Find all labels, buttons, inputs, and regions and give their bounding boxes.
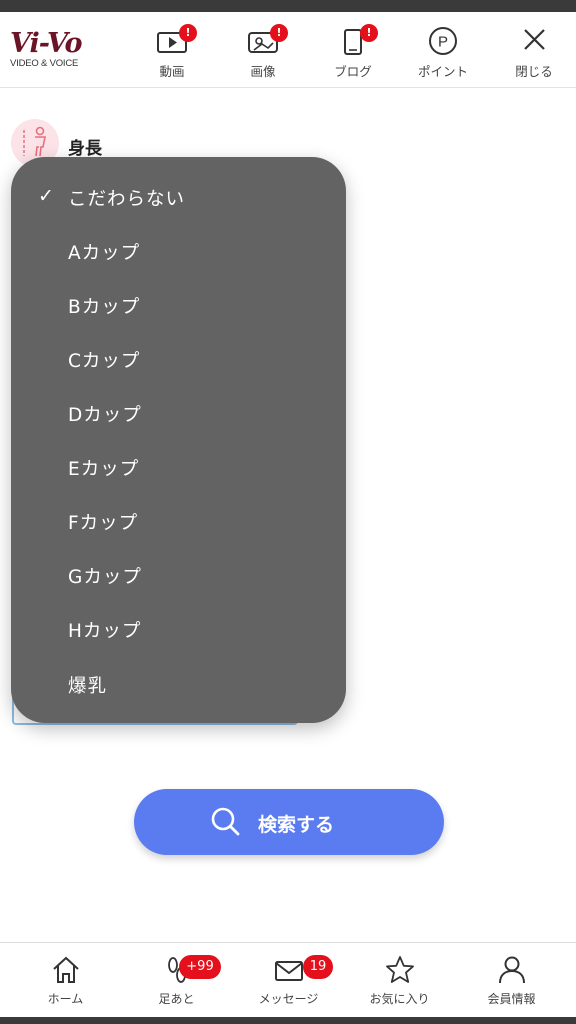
dropdown-option-label: こだわらない bbox=[68, 189, 186, 210]
height-label: 身長 bbox=[68, 139, 102, 159]
nav-point-label: ポイント bbox=[417, 64, 468, 79]
cup-size-dropdown[interactable]: ✓ こだわらない Aカップ Bカップ Cカップ Dカップ Eカップ Fカップ G… bbox=[11, 157, 346, 723]
dropdown-option-label: 爆乳 bbox=[68, 676, 108, 697]
bottom-tab-bar: ホーム +99 足あと 19 メッセージ お気に入り 会員情報 bbox=[0, 942, 576, 1017]
dropdown-option[interactable]: Bカップ bbox=[11, 279, 346, 333]
close-icon bbox=[524, 29, 545, 50]
tab-favorites-label: お気に入り bbox=[369, 992, 430, 1006]
logo-text: Vi-Vo bbox=[10, 28, 82, 59]
dropdown-option-label: Fカップ bbox=[68, 513, 139, 534]
dropdown-option[interactable]: Fカップ bbox=[11, 495, 346, 549]
status-bar bbox=[0, 0, 576, 12]
dropdown-option[interactable]: Dカップ bbox=[11, 387, 346, 441]
tab-messages[interactable]: 19 メッセージ bbox=[231, 943, 346, 1018]
home-icon bbox=[52, 956, 79, 983]
image-alert-badge: ! bbox=[270, 24, 288, 42]
tab-account-label: 会員情報 bbox=[487, 992, 536, 1006]
nav-point[interactable]: P ポイント bbox=[405, 12, 481, 88]
user-icon bbox=[498, 956, 525, 984]
search-button-label: 検索する bbox=[258, 815, 335, 836]
nav-blog-label: ブログ bbox=[334, 64, 372, 79]
dropdown-option[interactable]: Eカップ bbox=[11, 441, 346, 495]
dropdown-option[interactable]: Cカップ bbox=[11, 333, 346, 387]
star-icon bbox=[385, 956, 414, 983]
system-nav-bar bbox=[0, 1017, 576, 1024]
tab-footprints-label: 足あと bbox=[158, 992, 195, 1006]
tab-home-label: ホーム bbox=[47, 992, 84, 1006]
nav-image-label: 画像 bbox=[250, 64, 276, 79]
dropdown-option-label: Aカップ bbox=[68, 243, 141, 264]
footprints-count-badge: +99 bbox=[179, 955, 221, 979]
nav-video[interactable]: ! 動画 bbox=[134, 12, 210, 88]
logo-subtitle: VIDEO & VOICE bbox=[10, 58, 79, 69]
mail-icon bbox=[274, 961, 303, 981]
nav-blog[interactable]: ! ブログ bbox=[315, 12, 391, 88]
search-icon bbox=[211, 807, 240, 836]
nav-video-label: 動画 bbox=[159, 64, 185, 79]
logo[interactable]: Vi-Vo VIDEO & VOICE bbox=[10, 30, 94, 72]
tab-home[interactable]: ホーム bbox=[8, 943, 123, 1018]
messages-count-badge: 19 bbox=[303, 955, 333, 979]
dropdown-option[interactable]: Hカップ bbox=[11, 603, 346, 657]
blog-alert-badge: ! bbox=[360, 24, 378, 42]
tab-account[interactable]: 会員情報 bbox=[454, 943, 569, 1018]
tab-favorites[interactable]: お気に入り bbox=[342, 943, 457, 1018]
dropdown-option[interactable]: 爆乳 bbox=[11, 658, 346, 712]
tab-messages-label: メッセージ bbox=[258, 992, 319, 1006]
dropdown-option[interactable]: ✓ こだわらない bbox=[11, 171, 346, 225]
dropdown-option-label: Gカップ bbox=[68, 567, 142, 588]
point-icon: P bbox=[429, 27, 457, 55]
point-icon-glyph: P bbox=[438, 34, 448, 51]
dropdown-option[interactable]: Aカップ bbox=[11, 225, 346, 279]
dropdown-option-label: Hカップ bbox=[68, 621, 142, 642]
nav-close[interactable]: 閉じる bbox=[496, 12, 572, 88]
check-icon: ✓ bbox=[38, 185, 54, 207]
search-button[interactable]: 検索する bbox=[134, 789, 444, 855]
dropdown-option-label: Bカップ bbox=[68, 297, 141, 318]
tab-footprints[interactable]: +99 足あと bbox=[119, 943, 234, 1018]
dropdown-option-label: Cカップ bbox=[68, 351, 141, 372]
dropdown-option[interactable]: Gカップ bbox=[11, 549, 346, 603]
header: Vi-Vo VIDEO & VOICE ! 動画 ! 画像 ! ブログ P ポイ… bbox=[0, 12, 576, 88]
dropdown-option-label: Eカップ bbox=[68, 459, 140, 480]
dropdown-option-label: Dカップ bbox=[68, 405, 142, 426]
video-alert-badge: ! bbox=[179, 24, 197, 42]
nav-image[interactable]: ! 画像 bbox=[225, 12, 301, 88]
nav-close-label: 閉じる bbox=[515, 64, 553, 79]
